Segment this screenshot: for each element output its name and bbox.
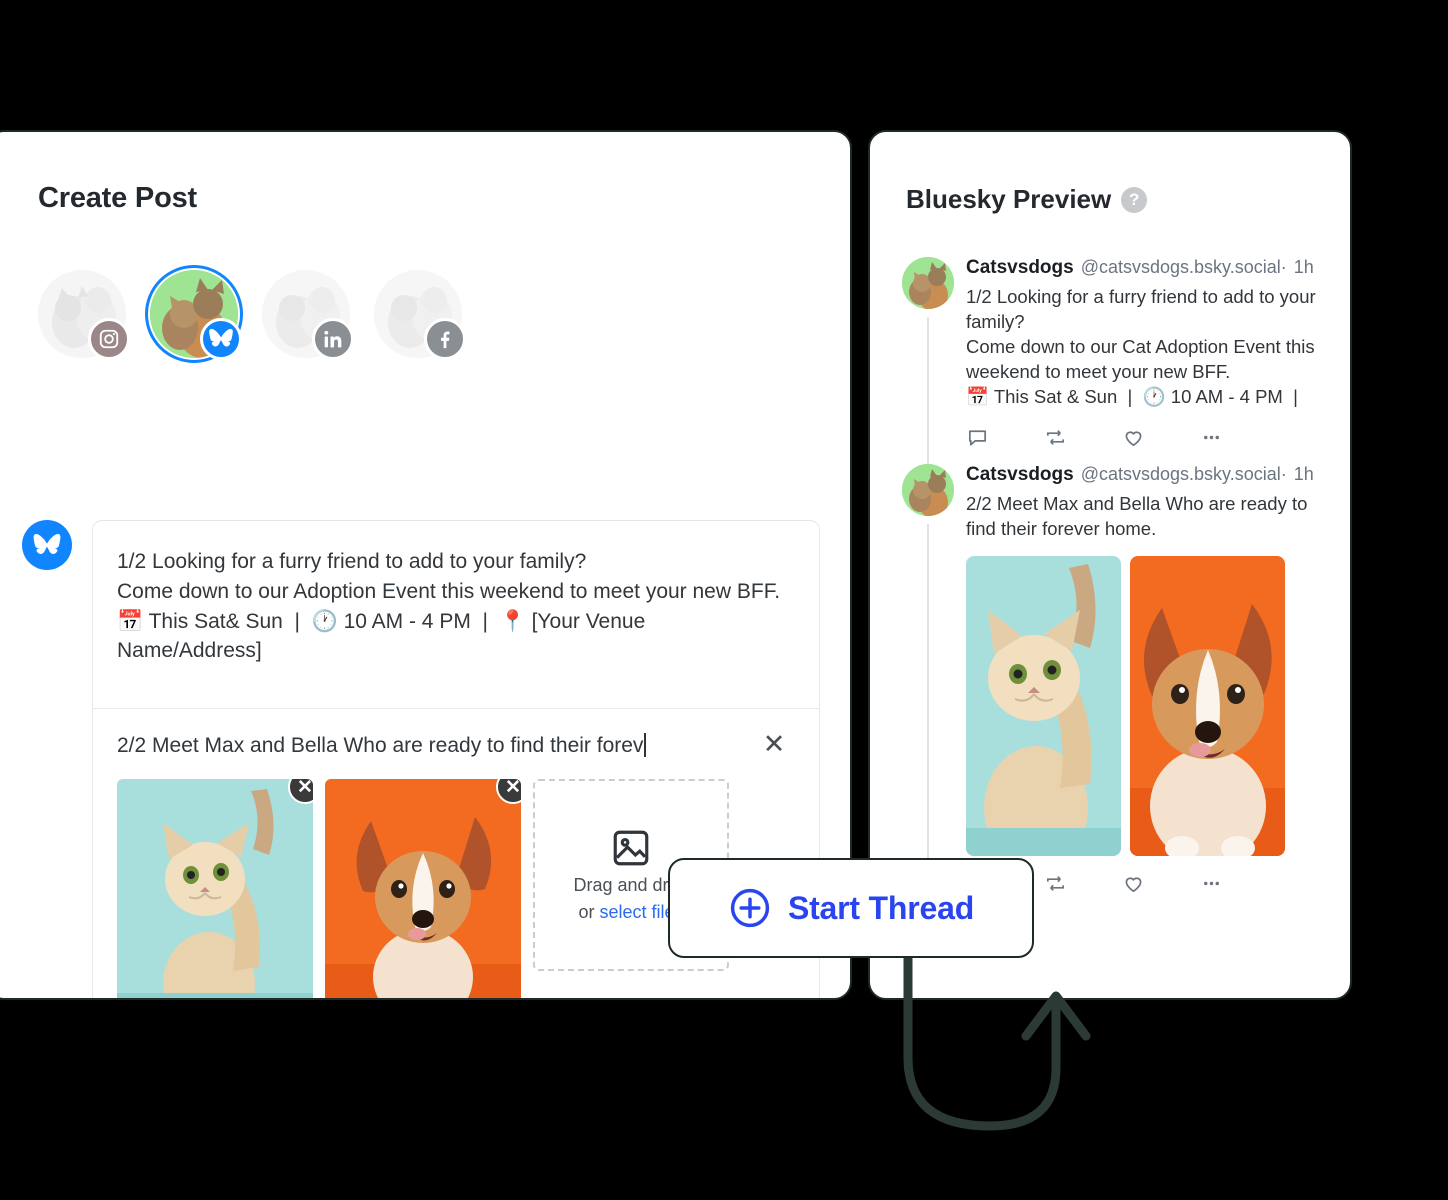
author-handle: @catsvsdogs.bsky.social· [1080,257,1287,277]
post-2-editor: 2/2 Meet Max and Bella Who are ready to … [93,709,819,761]
bluesky-butterfly-icon [200,318,242,360]
screenshot-root: Create Post 1/2 Looking for a furry frie… [0,0,1448,1200]
post-header: Catsvsdogs @catsvsdogs.bsky.social· 1h [966,464,1322,486]
author-name: Catsvsdogs [966,464,1074,485]
repost-icon [1046,429,1065,445]
post-media [966,555,1322,856]
author-name: Catsvsdogs [966,257,1074,278]
avatar [902,257,954,309]
thread-connector [927,317,929,465]
post-1-text[interactable]: 1/2 Looking for a furry friend to add to… [117,547,795,666]
linkedin-icon [312,318,354,360]
more-icon [1204,881,1219,886]
post-header: Catsvsdogs @catsvsdogs.bsky.social· 1h [966,257,1322,279]
post-text: 1/2 Looking for a furry friend to add to… [966,286,1316,407]
account-option-facebook[interactable] [374,270,466,360]
like-button[interactable] [1122,426,1200,449]
post-media-cat-photo[interactable] [966,555,1121,856]
like-icon [1125,877,1142,892]
account-selector [38,265,466,363]
post-text: 2/2 Meet Max and Bella Who are ready to … [966,493,1313,539]
more-icon [1204,435,1219,440]
attachment-dog-photo[interactable]: ✕ [325,779,521,998]
preview-panel-title: Bluesky Preview ? [906,184,1148,215]
help-question-icon[interactable]: ? [1121,186,1148,213]
start-thread-label: Start Thread [787,889,975,926]
instagram-icon [88,318,130,360]
page-title: Create Post [38,182,197,214]
facebook-icon [424,318,466,360]
reply-button[interactable] [966,426,1044,449]
preview-post: Catsvsdogs @catsvsdogs.bsky.social· 1h 1… [902,257,1322,465]
author-handle: @catsvsdogs.bsky.social· [1080,464,1287,484]
account-option-instagram[interactable] [38,270,130,360]
post-media-dog-photo[interactable] [1130,555,1285,856]
like-button[interactable] [1122,872,1200,895]
repost-icon [1046,876,1065,891]
post-timestamp: 1h [1293,464,1314,484]
post-timestamp: 1h [1293,257,1314,277]
plus-circle-icon [730,888,770,928]
account-option-linkedin[interactable] [262,270,354,360]
more-button[interactable] [1200,872,1278,895]
composer-network-badge-bluesky [22,520,72,570]
reply-icon [968,430,987,446]
avatar [902,464,954,516]
account-option-bluesky[interactable] [145,265,243,363]
text-caret [644,733,647,758]
more-button[interactable] [1200,426,1278,449]
preview-post: Catsvsdogs @catsvsdogs.bsky.social· 1h 2… [902,464,1322,944]
post-actions [966,426,1322,449]
repost-button[interactable] [1044,426,1122,449]
post-2-text[interactable]: 2/2 Meet Max and Bella Who are ready to … [117,734,643,757]
image-placeholder-icon [613,830,649,866]
remove-post-2-button[interactable]: ✕ [757,727,791,761]
pointer-arrow-icon [903,940,1091,1131]
start-thread-button[interactable]: Start Thread [668,858,1034,958]
post-2-text-wrap[interactable]: 2/2 Meet Max and Bella Who are ready to … [117,731,757,760]
repost-button[interactable] [1044,872,1122,895]
dropzone-or: or [578,902,600,923]
post-1-editor[interactable]: 1/2 Looking for a furry friend to add to… [93,521,819,708]
attachment-cat-photo[interactable]: ✕ [117,779,313,998]
preview-title-text: Bluesky Preview [906,184,1112,214]
like-icon [1125,431,1142,446]
